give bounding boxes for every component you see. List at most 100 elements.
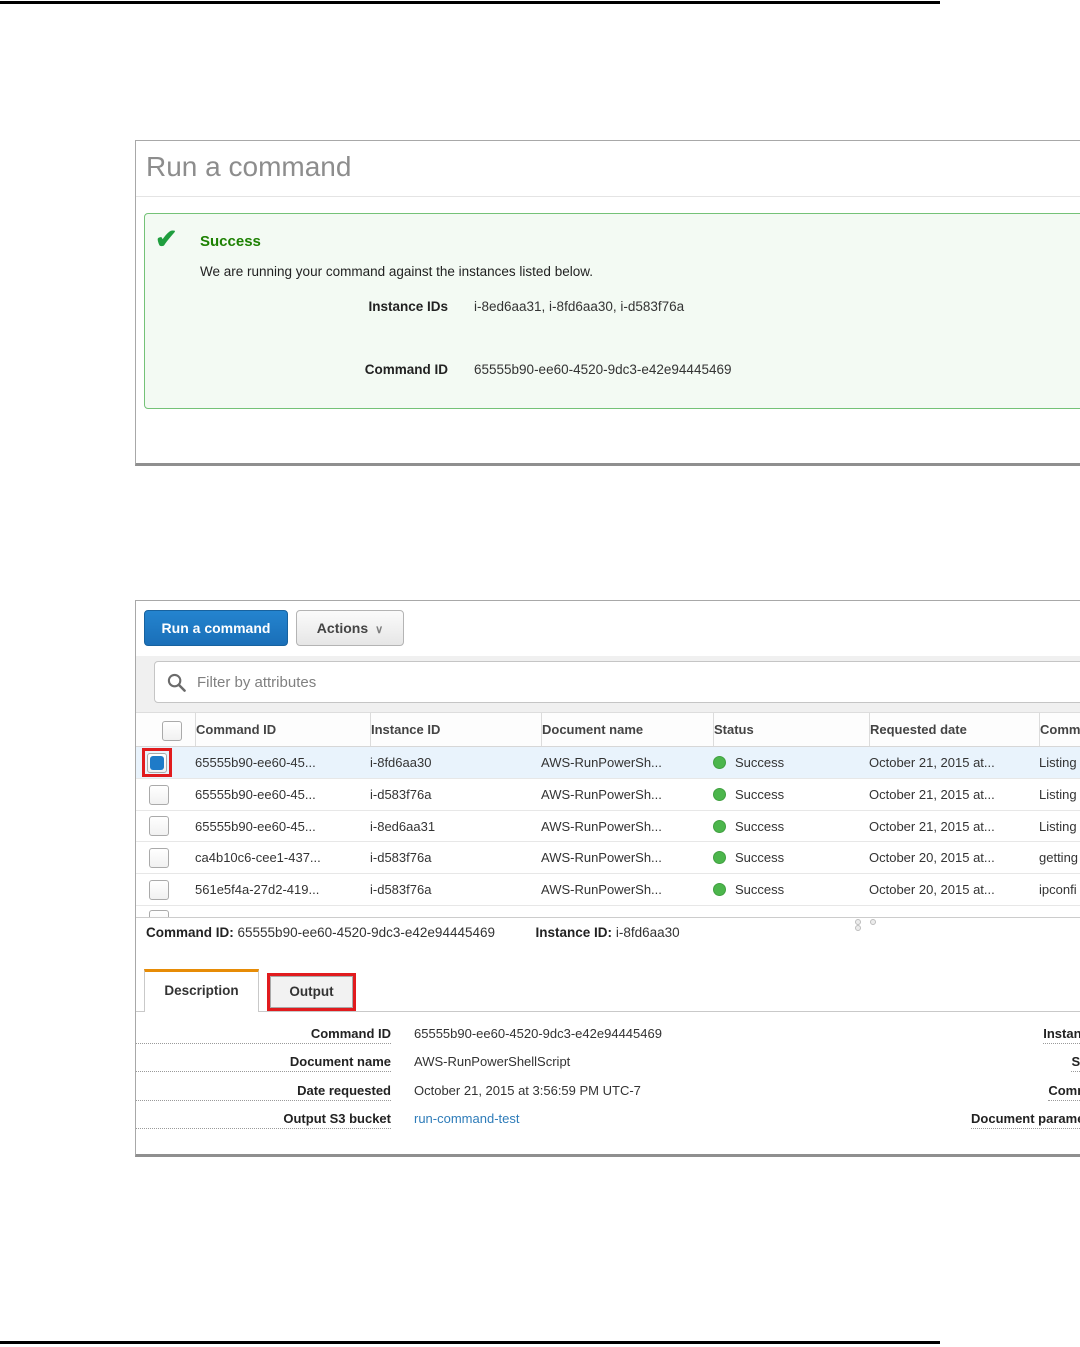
status-text: Success <box>735 755 785 770</box>
cell-command-id: 65555b90-ee60-45... <box>195 755 316 770</box>
table-row[interactable]: ca4b10c6-cee1-437... i-d583f76a AWS-RunP… <box>136 842 1080 874</box>
row-checkbox[interactable] <box>149 784 169 805</box>
status-success-icon <box>713 851 726 864</box>
detail-label: Document name <box>136 1054 391 1072</box>
row-checkbox[interactable] <box>149 847 169 868</box>
status-text: Success <box>735 882 785 897</box>
select-all-cell <box>136 713 195 746</box>
cell-requested-date: October 21, 2015 at... <box>869 818 995 834</box>
cell-command-id: 561e5f4a-27d2-419... <box>195 882 320 897</box>
s3-bucket-link[interactable]: run-command-test <box>414 1111 519 1126</box>
page-bottom-rule <box>0 1341 940 1344</box>
cell-instance-id: i-d583f76a <box>370 882 432 897</box>
cell-requested-date: October 20, 2015 at... <box>869 882 995 897</box>
cell-instance-id: i-8fd6aa30 <box>370 755 432 770</box>
cell-document-name: AWS-RunPowerSh... <box>541 882 662 897</box>
alert-title: Success <box>200 233 261 250</box>
red-annotation-box <box>142 748 172 777</box>
detail-row-output-s3-bucket: Output S3 bucket run-command-test <box>136 1111 519 1129</box>
status-success-icon <box>713 819 726 833</box>
cell-document-name: AWS-RunPowerSh... <box>541 787 662 802</box>
resize-handle-icon[interactable] <box>855 919 899 931</box>
cell-instance-id: i-d583f76a <box>370 787 432 802</box>
cell-status: Success <box>713 882 869 897</box>
checkbox-cell <box>136 748 195 777</box>
checkmark-icon: ✔ <box>155 224 178 254</box>
detail-row-instance-id: Instance <box>776 1026 1080 1044</box>
run-a-command-button[interactable]: Run a command <box>144 610 288 646</box>
column-header-comment[interactable]: Comm <box>1039 713 1080 746</box>
cell-document-name: AWS-RunPowerSh... <box>541 850 662 865</box>
title-divider <box>136 196 1080 197</box>
checkbox-cell <box>136 784 195 805</box>
cell-comment: Listing <box>1039 787 1077 802</box>
filter-input[interactable] <box>154 661 1080 703</box>
detail-label: Document paramete <box>971 1111 1080 1129</box>
cell-status: Success <box>713 850 869 865</box>
cell-comment: getting <box>1039 850 1079 865</box>
detail-label: Command ID <box>136 1026 391 1044</box>
detail-value: AWS-RunPowerShellScript <box>414 1054 571 1069</box>
cell-document-name: AWS-RunPowerSh... <box>541 755 662 770</box>
summary-command-id-value: 65555b90-ee60-4520-9dc3-e42e94445469 <box>237 925 495 940</box>
column-header-status[interactable]: Status <box>713 713 869 746</box>
select-all-checkbox[interactable] <box>162 720 182 741</box>
row-checkbox[interactable] <box>149 879 169 900</box>
checkbox-cell <box>136 906 195 917</box>
column-header-requested-date[interactable]: Requested date <box>869 713 1039 746</box>
cell-document-name: AWS-RunPowerSh... <box>541 818 662 834</box>
checkbox-cell <box>136 847 195 868</box>
detail-row-command-id: Command ID 65555b90-ee60-4520-9dc3-e42e94… <box>136 1026 662 1044</box>
table-row[interactable]: 65555b90-ee60-45... i-8fd6aa30 AWS-RunPo… <box>136 747 1080 779</box>
cell-comment: ipconfi <box>1039 882 1077 897</box>
table-row[interactable]: 561e5f4a-27d2-419... i-d583f76a AWS-RunP… <box>136 874 1080 906</box>
alert-message: We are running your command against the … <box>200 264 593 279</box>
table-header-row: Command ID Instance ID Document name Sta… <box>136 713 1080 747</box>
success-alert: ✔ Success We are running your command ag… <box>144 213 1080 409</box>
actions-dropdown-button[interactable]: Actions ∨ <box>296 610 404 646</box>
cell-status: Success <box>713 755 869 770</box>
page-top-rule <box>0 1 940 4</box>
screenshot-command-console: Run a command Actions ∨ Command ID Instan… <box>135 600 1080 1157</box>
table-row-partial[interactable] <box>136 906 1080 917</box>
detail-row-document-parameters: Document paramete <box>776 1111 1080 1129</box>
selection-summary: Command ID: 65555b90-ee60-4520-9dc3-e42e… <box>146 925 680 940</box>
tab-description[interactable]: Description <box>144 969 259 1012</box>
column-header-document-name[interactable]: Document name <box>541 713 713 746</box>
tab-content-border <box>136 1011 1080 1012</box>
table-row[interactable]: 65555b90-ee60-45... i-d583f76a AWS-RunPo… <box>136 779 1080 811</box>
detail-row-document-name: Document name AWS-RunPowerShellScript <box>136 1054 570 1072</box>
column-header-command-id[interactable]: Command ID <box>195 713 370 746</box>
status-success-icon <box>713 788 726 801</box>
status-success-icon <box>713 756 726 769</box>
page-title: Run a command <box>146 151 352 182</box>
cell-command-id: 65555b90-ee60-45... <box>195 818 316 834</box>
detail-label: Instance <box>1043 1026 1080 1044</box>
status-success-icon <box>713 883 726 896</box>
status-text: Success <box>735 850 785 865</box>
column-header-instance-id[interactable]: Instance ID <box>370 713 541 746</box>
summary-instance-id-value: i-8fd6aa30 <box>615 925 680 940</box>
cell-command-id: ca4b10c6-cee1-437... <box>195 850 321 865</box>
detail-label: Stat <box>1071 1054 1080 1072</box>
row-checkbox[interactable] <box>149 910 169 917</box>
cell-instance-id: i-8ed6aa31 <box>370 818 436 834</box>
cell-requested-date: October 21, 2015 at... <box>869 787 995 802</box>
alert-field-command-id: Command ID 65555b90-ee60-4520-9dc3-e42e94… <box>145 362 1080 377</box>
cell-status: Success <box>713 787 869 802</box>
summary-instance-id-label: Instance ID: <box>535 925 613 940</box>
field-value: i-8ed6aa31, i-8fd6aa30, i-d583f76a <box>474 299 685 314</box>
screenshot-run-command-result: Run a command ✔ Success We are running y… <box>135 140 1080 466</box>
status-text: Success <box>735 818 785 834</box>
detail-label: Output S3 bucket <box>136 1111 391 1129</box>
table-row[interactable]: 65555b90-ee60-45... i-8ed6aa31 AWS-RunPo… <box>136 811 1080 842</box>
tab-output[interactable]: Output <box>270 976 353 1008</box>
row-checkbox[interactable] <box>149 816 169 836</box>
detail-row-comment: Comme <box>776 1083 1080 1101</box>
filter-toolbar <box>136 656 1080 713</box>
alert-field-instance-ids: Instance IDs i-8ed6aa31, i-8fd6aa30, i-d5… <box>145 299 1080 314</box>
cell-status: Success <box>713 819 869 834</box>
row-checkbox-checked[interactable] <box>147 753 167 773</box>
status-text: Success <box>735 787 785 802</box>
detail-label: Comme <box>1048 1083 1080 1101</box>
